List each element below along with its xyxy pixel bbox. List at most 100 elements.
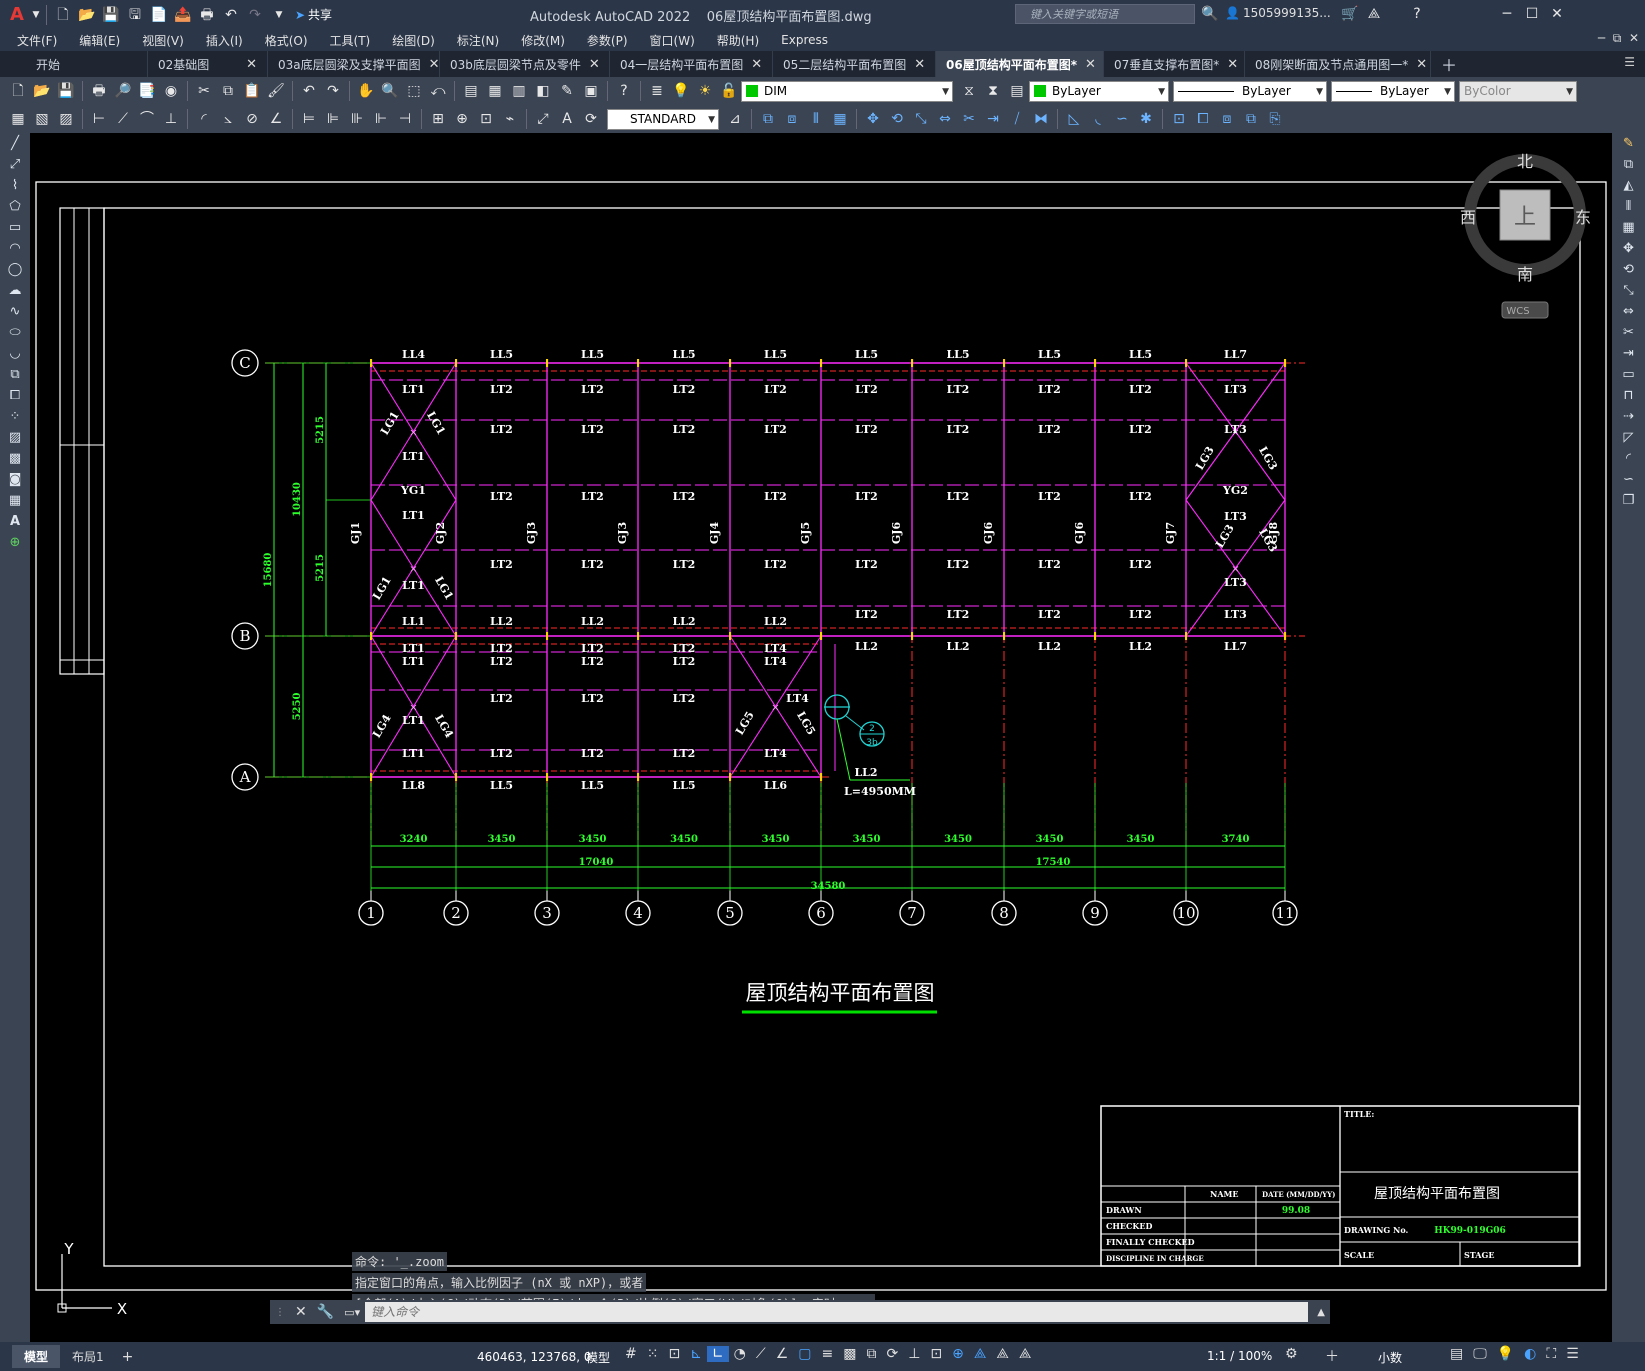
tolerance-icon[interactable]: ⊞ [427, 108, 449, 130]
save-icon[interactable]: 💾 [100, 4, 122, 26]
menu-draw[interactable]: 绘图(D) [381, 32, 446, 49]
dynamic-input-icon[interactable]: ⊾ [685, 1346, 707, 1362]
grip-icon[interactable]: ⋮ [270, 1307, 290, 1318]
annotation-scale-icon[interactable]: ⟁ [1014, 1346, 1037, 1362]
calc-icon[interactable]: ▣ [580, 80, 602, 102]
3dprint-icon[interactable]: ◉ [160, 80, 182, 102]
user-account[interactable]: 👤 1505999135... [1225, 6, 1331, 20]
circle-icon[interactable]: ◯ [0, 259, 30, 280]
trim-icon[interactable]: ✂ [1612, 322, 1645, 343]
move-icon[interactable]: ✥ [1612, 238, 1645, 259]
insert-block-icon[interactable]: ⧉ [0, 364, 30, 385]
move-icon[interactable]: ✥ [862, 108, 884, 130]
plot-icon[interactable]: 🖶 [88, 80, 110, 102]
quick-properties-icon[interactable]: ▤ [1445, 1346, 1468, 1362]
copy-icon[interactable]: ⧉ [757, 108, 779, 130]
wblock-icon[interactable]: ⧈ [1216, 108, 1238, 130]
customize-icon[interactable]: ▼ [268, 4, 290, 26]
menu-tools[interactable]: 工具(T) [319, 32, 382, 49]
offset-icon[interactable]: ⫴ [805, 108, 827, 130]
isodraft-icon[interactable]: ⟋ [751, 1346, 771, 1362]
close-tab-icon[interactable]: ✕ [246, 57, 257, 72]
auto-scale-icon[interactable]: ⟁ [991, 1346, 1014, 1362]
transparency-icon[interactable]: ▩ [838, 1346, 861, 1362]
object-snap-tracking-icon[interactable]: ∠ [771, 1346, 794, 1362]
ortho-icon[interactable]: ∟ [706, 1346, 729, 1362]
jogged-linear-icon[interactable]: ⌁ [499, 108, 521, 130]
tab-07[interactable]: 07垂直支撑布置图* ✕ [1104, 51, 1245, 77]
selection-filter-icon[interactable]: ⊡ [925, 1346, 947, 1362]
blend-icon[interactable]: ∽ [1612, 469, 1645, 490]
matchprop-icon[interactable]: 🖌 [265, 80, 287, 102]
extend-icon[interactable]: ⇥ [1612, 343, 1645, 364]
dim-jogged-icon[interactable]: ⦣ [217, 108, 239, 130]
markup-icon[interactable]: ✎ [556, 80, 578, 102]
sheetset-icon[interactable]: ◧ [532, 80, 554, 102]
workspace-icon[interactable]: ⚙ [1280, 1346, 1303, 1362]
save-icon[interactable]: 💾 [55, 80, 77, 102]
close-tab-icon[interactable]: ✕ [1227, 57, 1238, 72]
blend-icon[interactable]: ∽ [1111, 108, 1133, 130]
tab-layout1[interactable]: 布局1 [60, 1345, 116, 1368]
copy-icon[interactable]: ⧉ [217, 80, 239, 102]
tab-model[interactable]: 模型 [12, 1345, 61, 1368]
model-space[interactable]: .t{font-family:"DejaVu Serif",serif;font… [30, 133, 1612, 1345]
redo-icon[interactable]: ↷ [322, 80, 344, 102]
dim-continue-icon[interactable]: ⊪ [346, 108, 368, 130]
menu-view[interactable]: 视图(V) [131, 32, 195, 49]
dim-ordinate-icon[interactable]: ⊥ [160, 108, 182, 130]
layer-previous-icon[interactable]: ⧗ [982, 80, 1004, 102]
pan-icon[interactable]: ✋ [355, 80, 377, 102]
join-icon[interactable]: ⇢ [1612, 406, 1645, 427]
fillet-icon[interactable]: ◜ [1612, 448, 1645, 469]
open-icon[interactable]: 📂 [31, 80, 53, 102]
dim-space-icon[interactable]: ⊩ [370, 108, 392, 130]
menu-help[interactable]: 帮助(H) [706, 32, 770, 49]
units-dropdown[interactable]: 小数 [1378, 1349, 1402, 1366]
close-tab-icon[interactable]: ✕ [914, 57, 925, 72]
tab-03b[interactable]: 03b底层圆梁节点及零件 ✕ [440, 51, 610, 77]
tab-04[interactable]: 04一层结构平面布置图 ✕ [610, 51, 773, 77]
doc-window-controls[interactable]: ─ ⧉ ✕ [1598, 31, 1639, 46]
dimstyle-icon[interactable]: ⊿ [724, 108, 746, 130]
dim-linear-icon[interactable]: ⊢ [88, 108, 110, 130]
close-icon[interactable]: ✕ [1546, 3, 1568, 25]
dim-arc-icon[interactable]: ⌒ [136, 108, 158, 130]
polygon-icon[interactable]: ⬠ [0, 196, 30, 217]
layer-lock-icon[interactable]: 🔓 [718, 80, 740, 102]
close-tab-icon[interactable]: ✕ [1085, 57, 1096, 72]
mirror-icon[interactable]: ◭ [1612, 175, 1645, 196]
tool-icon[interactable]: ▨ [55, 108, 77, 130]
chamfer-icon[interactable]: ◸ [1612, 427, 1645, 448]
3d-osnap-icon[interactable]: ⟳ [881, 1346, 903, 1362]
undo-icon[interactable]: ↶ [298, 80, 320, 102]
search-icon[interactable]: 🔍 [1199, 3, 1221, 25]
dim-angular-icon[interactable]: ∠ [265, 108, 287, 130]
export-icon[interactable]: 📤 [172, 4, 194, 26]
publish-icon[interactable]: 📄 [148, 4, 170, 26]
menu-modify[interactable]: 修改(M) [510, 32, 576, 49]
add-layout-icon[interactable]: + [116, 1349, 140, 1365]
add-selected-icon[interactable]: ⊕ [0, 532, 30, 553]
command-input[interactable] [365, 1302, 1309, 1322]
new-tab-button[interactable]: ＋ [1431, 51, 1467, 77]
app-logo[interactable]: A [10, 4, 24, 25]
tab-05[interactable]: 05二层结构平面布置图 ✕ [773, 51, 936, 77]
logo-dropdown-icon[interactable]: ▼ [31, 4, 41, 26]
trim-icon[interactable]: ✂ [958, 108, 980, 130]
cmd-scroll-icon[interactable]: ▲ [1312, 1307, 1330, 1318]
quick-dim-icon[interactable]: ⊨ [298, 108, 320, 130]
linetype-dropdown[interactable]: ByLayer ▼ [1173, 80, 1327, 102]
annotation-scale[interactable]: 1:1 / 100% [1207, 1349, 1272, 1363]
recent-commands-icon[interactable]: ▭▾ [339, 1306, 365, 1319]
help-icon[interactable]: ? [613, 80, 635, 102]
tab-02[interactable]: 02基础图 ✕ [148, 51, 268, 77]
close-tab-icon[interactable]: ✕ [1416, 57, 1427, 72]
open-icon[interactable]: 📂 [76, 4, 98, 26]
rectangle-icon[interactable]: ▭ [0, 217, 30, 238]
annotation-monitor-icon[interactable]: ＋ [1320, 1346, 1344, 1366]
new-icon[interactable]: 🗋 [52, 4, 74, 26]
arc-icon[interactable]: ◠ [0, 238, 30, 259]
scale-icon[interactable]: ⤡ [910, 108, 932, 130]
selection-cycling-icon[interactable]: ⧉ [861, 1346, 881, 1362]
